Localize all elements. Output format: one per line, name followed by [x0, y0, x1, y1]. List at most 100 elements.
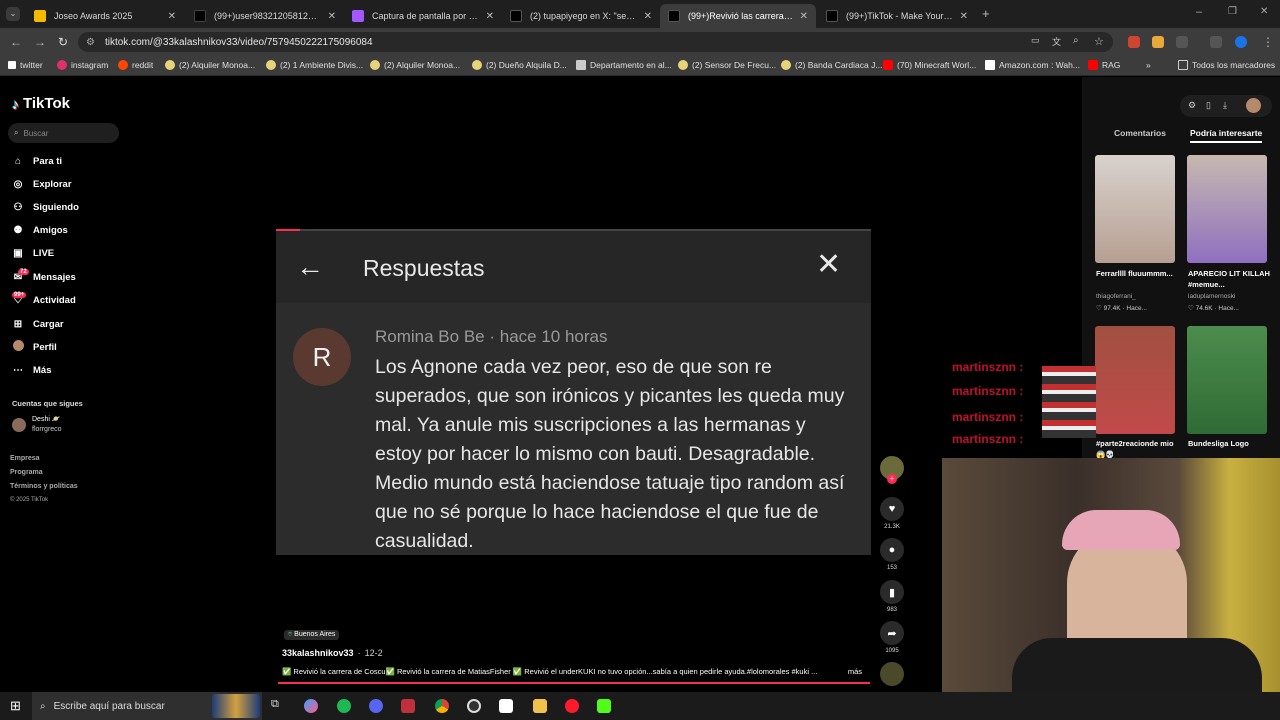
- browser-menu-icon[interactable]: ⋮: [1262, 35, 1274, 49]
- creator-avatar[interactable]: +: [878, 456, 906, 484]
- close-tab-icon[interactable]: ✕: [168, 11, 176, 22]
- extension-icon[interactable]: [1128, 36, 1140, 48]
- bookmark-item[interactable]: (2) Alquiler Monoa...: [370, 60, 460, 70]
- tab-podria-interesarte[interactable]: Podría interesarte: [1190, 128, 1263, 143]
- copilot-icon[interactable]: [304, 699, 318, 713]
- all-bookmarks-folder[interactable]: Todos los marcadores: [1178, 60, 1275, 70]
- tiktok-logo[interactable]: ♪ TikTok: [12, 95, 70, 112]
- share-button[interactable]: ➦ 1095: [878, 621, 906, 654]
- back-icon[interactable]: ←: [10, 35, 22, 49]
- video-thumbnail[interactable]: [1095, 326, 1175, 434]
- download-icon[interactable]: ⤓: [1223, 100, 1227, 111]
- bookmark-item[interactable]: (2) Banda Cardiaca J...: [781, 60, 882, 70]
- browser-tab[interactable]: (99+)TikTok - Make Your Day ✕: [818, 4, 976, 28]
- forward-icon[interactable]: →: [34, 35, 46, 49]
- sidebar-item-mas[interactable]: ⋯ Más: [12, 363, 51, 377]
- translate-icon[interactable]: 文: [1052, 35, 1061, 48]
- sidebar-item-para-ti[interactable]: ⌂ Para ti: [12, 154, 62, 168]
- location-tag[interactable]: ⌾ Buenos Aires: [284, 630, 340, 640]
- bookmark-item[interactable]: (2) Sensor De Frecu...: [678, 60, 776, 70]
- close-window-button[interactable]: ✕: [1260, 6, 1268, 17]
- bookmarks-overflow-icon[interactable]: »: [1146, 60, 1151, 70]
- bookmark-item[interactable]: twitter: [8, 60, 43, 70]
- close-icon[interactable]: ✕: [816, 247, 841, 282]
- extension-icon[interactable]: [1152, 36, 1164, 48]
- screen-cast-icon[interactable]: ▭: [1031, 35, 1040, 46]
- bookmark-item[interactable]: (2) 1 Ambiente Divis...: [266, 60, 363, 70]
- reading-list-icon[interactable]: [1210, 36, 1222, 48]
- search-placeholder: Buscar: [23, 128, 49, 138]
- bookmark-star-icon[interactable]: ☆: [1094, 35, 1104, 48]
- bookmark-item[interactable]: RAG: [1088, 60, 1120, 70]
- zoom-icon[interactable]: ⌕: [1073, 35, 1079, 46]
- browser-tab-active[interactable]: (99+)Revivió las carreras de Co ✕: [660, 4, 816, 28]
- sidebar-item-amigos[interactable]: ⚉ Amigos: [12, 223, 68, 237]
- file-explorer-icon[interactable]: [533, 699, 547, 713]
- spotify-icon[interactable]: [337, 699, 351, 713]
- music-disc[interactable]: [878, 662, 906, 689]
- sidebar-item-label: Mensajes: [33, 271, 76, 283]
- windows-start-icon[interactable]: ⊞: [10, 698, 21, 714]
- taskbar-search-input[interactable]: ⌕ Escribe aquí para buscar: [32, 692, 262, 720]
- avatar[interactable]: [1246, 98, 1261, 113]
- browser-tab[interactable]: (2) tupapiyego en X: "se le rien ✕: [502, 4, 660, 28]
- sidebar-item-perfil[interactable]: Perfil: [12, 340, 57, 354]
- profile-avatar-icon[interactable]: [1235, 36, 1247, 48]
- bookmark-item[interactable]: (70) Minecraft Worl...: [883, 60, 976, 70]
- video-thumbnail[interactable]: [1187, 326, 1267, 434]
- followed-account[interactable]: Deshi 🪐 florrgreco: [12, 415, 62, 435]
- address-bar[interactable]: ⚙ tiktok.com/@33kalashnikov33/video/7579…: [78, 32, 1113, 52]
- chrome-icon[interactable]: [435, 699, 449, 713]
- search-input[interactable]: ⌕ Buscar: [8, 123, 119, 143]
- bookmark-item[interactable]: instagram: [57, 60, 108, 70]
- settings-icon[interactable]: ⚙: [1188, 100, 1196, 111]
- close-tab-icon[interactable]: ✕: [960, 11, 968, 22]
- opera-icon[interactable]: [565, 699, 579, 713]
- reload-icon[interactable]: ↻: [58, 35, 68, 49]
- tab-search-button[interactable]: ⌄: [6, 7, 20, 21]
- back-arrow-icon[interactable]: ←: [296, 251, 324, 283]
- minimize-button[interactable]: –: [1196, 6, 1202, 18]
- sidebar-item-explorar[interactable]: ◎ Explorar: [12, 177, 72, 191]
- app-icon[interactable]: [401, 699, 415, 713]
- site-info-icon[interactable]: ⚙: [86, 37, 95, 48]
- like-button[interactable]: ♥ 21.3K: [878, 497, 906, 530]
- bookmark-item[interactable]: (2) Alquiler Monoa...: [165, 60, 255, 70]
- capture-app-icon[interactable]: [499, 699, 513, 713]
- footer-link-programa[interactable]: Programa: [10, 469, 43, 476]
- maximize-button[interactable]: ❐: [1228, 6, 1237, 17]
- close-tab-icon[interactable]: ✕: [800, 11, 808, 22]
- sidebar-item-siguiendo[interactable]: ⚇ Siguiendo: [12, 200, 79, 214]
- obs-icon[interactable]: [467, 699, 481, 713]
- close-tab-icon[interactable]: ✕: [486, 11, 494, 22]
- video-progress-bar[interactable]: [278, 682, 870, 684]
- extensions-puzzle-icon[interactable]: [1176, 36, 1188, 48]
- follow-plus-icon[interactable]: +: [887, 474, 897, 484]
- bookmark-item[interactable]: Departamento en al...: [576, 60, 672, 70]
- bookmark-item[interactable]: Amazon.com : Wah...: [985, 60, 1080, 70]
- kick-icon[interactable]: [597, 699, 611, 713]
- more-link[interactable]: más: [843, 667, 862, 676]
- sidebar-item-label: LIVE: [33, 247, 55, 259]
- browser-tab[interactable]: (99+)user983212058129 (@use ✕: [186, 4, 344, 28]
- close-tab-icon[interactable]: ✕: [328, 11, 336, 22]
- video-author[interactable]: 33kalashnikov33 · 12-2: [282, 648, 383, 658]
- footer-link-empresa[interactable]: Empresa: [10, 455, 40, 462]
- comment-button[interactable]: ● 153: [878, 538, 906, 571]
- footer-link-terminos[interactable]: Términos y políticas: [10, 483, 78, 490]
- browser-tab[interactable]: Joseo Awards 2025 ✕: [26, 4, 184, 28]
- task-view-icon[interactable]: ⧉: [271, 698, 279, 711]
- new-tab-button[interactable]: +: [982, 6, 990, 21]
- save-button[interactable]: ▮ 983: [878, 580, 906, 613]
- sidebar-item-live[interactable]: ▣ LIVE: [12, 246, 54, 260]
- sidebar-item-cargar[interactable]: ⊞ Cargar: [12, 317, 64, 331]
- mobile-icon[interactable]: ▯: [1206, 100, 1211, 111]
- video-thumbnail[interactable]: [1187, 155, 1267, 263]
- discord-icon[interactable]: [369, 699, 383, 713]
- tab-comentarios[interactable]: Comentarios: [1114, 128, 1166, 138]
- close-tab-icon[interactable]: ✕: [644, 11, 652, 22]
- video-thumbnail[interactable]: [1095, 155, 1175, 263]
- browser-tab[interactable]: Captura de pantalla por Lightsh ✕: [344, 4, 502, 28]
- bookmark-item[interactable]: reddit: [118, 60, 153, 70]
- bookmark-item[interactable]: (2) Dueño Alquila D...: [472, 60, 567, 70]
